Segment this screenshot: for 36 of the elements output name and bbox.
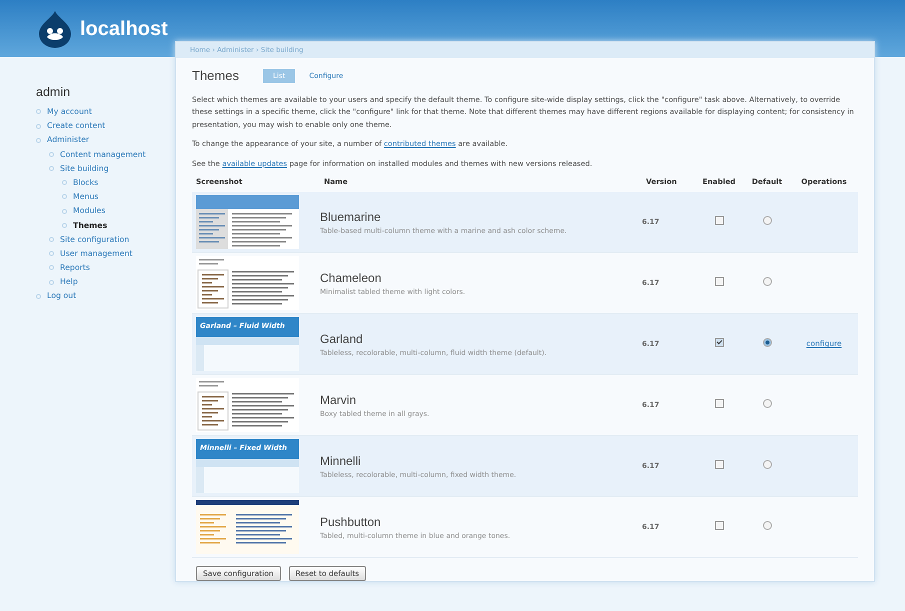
bullet-icon [49,237,54,242]
bullet-icon [62,180,67,186]
enabled-checkbox[interactable] [714,338,724,347]
theme-name: Bluemarine [320,208,382,226]
enabled-checkbox[interactable] [714,520,724,530]
enabled-checkbox[interactable] [714,216,724,225]
site-name[interactable]: localhost [80,14,168,44]
bullet-icon [36,138,41,143]
enabled-checkbox[interactable] [714,460,724,469]
theme-name: Marvin [320,392,358,409]
bullet-icon [36,124,41,129]
default-radio[interactable] [762,460,772,469]
default-radio[interactable] [762,398,772,408]
bullet-icon [36,109,41,114]
theme-name: Pushbutton [320,514,382,531]
theme-name: Minnelli [320,452,362,470]
bullet-icon [62,208,67,214]
bullet-icon [62,222,67,228]
theme-name: Chameleon [320,270,382,287]
enabled-checkbox[interactable] [714,276,724,286]
theme-name: Garland [320,330,364,348]
bullet-icon [36,294,41,299]
bullet-icon [62,194,67,200]
default-radio[interactable] [762,520,772,530]
enabled-checkbox[interactable] [714,398,724,408]
bullet-icon [49,265,54,270]
sidebar-title: admin [36,84,72,101]
bullet-icon [49,166,54,172]
default-radio[interactable] [762,216,772,225]
bullet-icon [49,280,54,285]
bullet-icon [49,152,54,157]
default-radio[interactable] [762,276,772,286]
drop-logo-icon [38,10,72,48]
default-radio[interactable] [762,338,772,347]
page-title: Themes [192,67,239,85]
bullet-icon [49,251,54,256]
